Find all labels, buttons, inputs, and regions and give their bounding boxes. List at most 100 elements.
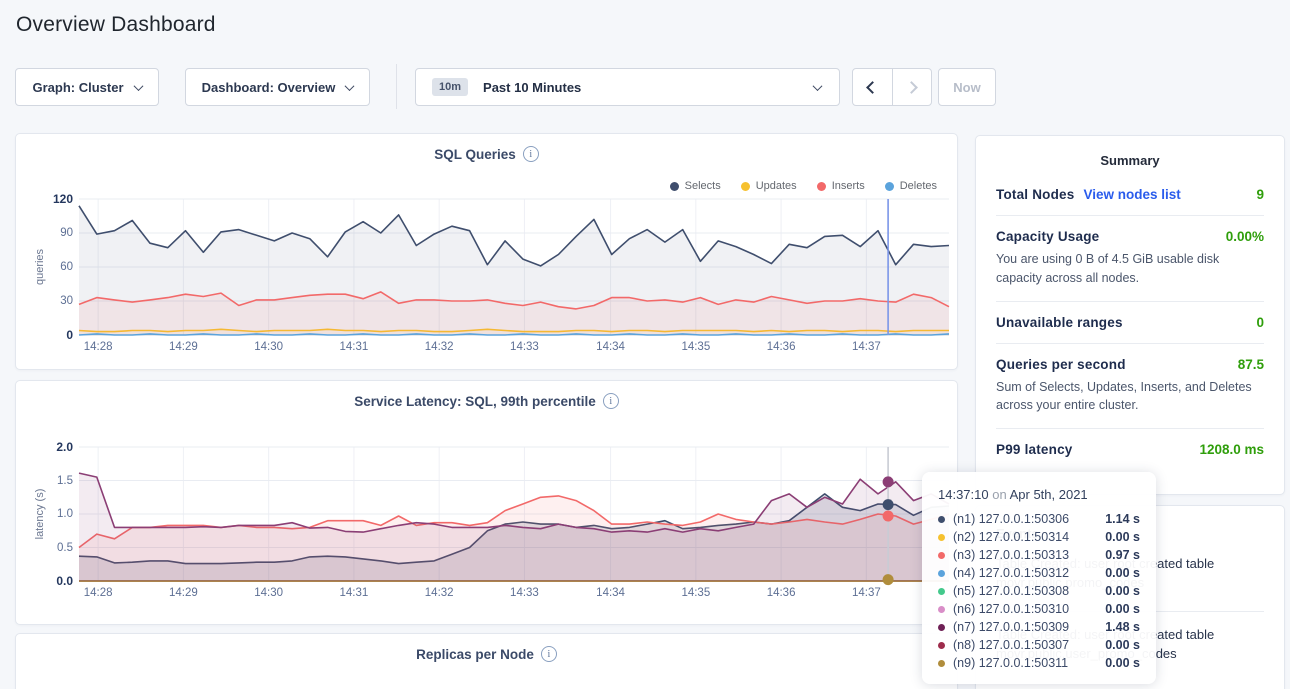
summary-row-value: 0.00% <box>1226 229 1264 244</box>
chevron-down-icon <box>813 81 823 91</box>
node-color-dot-icon <box>938 570 945 577</box>
node-color-dot-icon <box>938 516 945 523</box>
y-axis-tick: 2.0 <box>56 440 73 454</box>
tooltip-node-label: (n1) 127.0.0.1:50306 <box>953 512 1069 526</box>
tooltip-node-label: (n7) 127.0.0.1:50309 <box>953 620 1069 634</box>
page-title: Overview Dashboard <box>16 13 216 37</box>
node-color-dot-icon <box>938 606 945 613</box>
tooltip-node-row: (n5) 127.0.0.1:50308 0.00 s <box>938 582 1140 600</box>
summary-row-unavailable-ranges: Unavailable ranges0 <box>996 302 1264 344</box>
x-axis-tick: 14:30 <box>254 341 283 353</box>
graph-dropdown[interactable]: Graph: Cluster <box>15 68 159 106</box>
overview-dashboard-page: Overview Dashboard Graph: Cluster Dashbo… <box>0 0 1290 689</box>
chart-title: SQL Queries <box>434 147 516 162</box>
summary-row-value: 1208.0 ms <box>1199 442 1264 457</box>
legend-item-updates[interactable]: Updates <box>741 180 797 192</box>
summary-row-label: P99 latency <box>996 442 1073 457</box>
summary-row-label: Unavailable ranges <box>996 315 1123 330</box>
legend-item-deletes[interactable]: Deletes <box>885 180 937 192</box>
now-button-disabled[interactable]: Now <box>938 68 996 106</box>
x-axis-tick: 14:36 <box>767 341 796 353</box>
x-axis-tick: 14:29 <box>169 341 198 353</box>
controls-divider <box>396 64 397 109</box>
tooltip-node-label: (n5) 127.0.0.1:50308 <box>953 584 1069 598</box>
legend-item-inserts[interactable]: Inserts <box>817 180 865 192</box>
chart-title: Service Latency: SQL, 99th percentile <box>354 394 596 409</box>
summary-row-value: 87.5 <box>1238 357 1264 372</box>
summary-row-capacity-usage: Capacity Usage0.00%You are using 0 B of … <box>996 216 1264 302</box>
summary-row-label: Queries per second <box>996 357 1126 372</box>
tooltip-node-label: (n4) 127.0.0.1:50312 <box>953 566 1069 580</box>
legend-label: Selects <box>685 180 721 192</box>
time-range-selector[interactable]: 10m Past 10 Minutes <box>415 68 840 106</box>
tooltip-node-value: 0.00 s <box>1105 530 1140 544</box>
x-axis-tick: 14:35 <box>681 587 710 599</box>
tooltip-node-row: (n9) 127.0.0.1:503110.00 s <box>938 654 1140 672</box>
legend-label: Inserts <box>832 180 865 192</box>
tooltip-node-row: (n4) 127.0.0.1:50312 0.00 s <box>938 564 1140 582</box>
chart-legend: Selects Updates Inserts Deletes <box>670 180 937 192</box>
y-axis-tick: 90 <box>60 227 73 239</box>
service-latency-plot[interactable] <box>79 447 949 581</box>
tooltip-node-value: 0.00 s <box>1105 566 1140 580</box>
summary-row-value: 9 <box>1256 187 1264 202</box>
summary-row-description: Sum of Selects, Updates, Inserts, and De… <box>996 378 1264 416</box>
tooltip-node-row: (n8) 127.0.0.1:503070.00 s <box>938 636 1140 654</box>
x-axis-tick: 14:31 <box>340 341 369 353</box>
tooltip-node-label: (n3) 127.0.0.1:50313 <box>953 548 1069 562</box>
x-axis-tick: 14:32 <box>425 341 454 353</box>
y-axis-tick: 0 <box>66 328 73 342</box>
summary-row-line: Total Nodes View nodes list 9 <box>996 187 1264 202</box>
now-button-label: Now <box>953 80 980 95</box>
info-icon[interactable]: i <box>523 146 539 162</box>
summary-row-queries-per-second: Queries per second 87.5 Sum of Selects, Up… <box>996 344 1264 430</box>
y-axis-ticks: 0.00.51.01.52.0 <box>16 447 73 581</box>
info-icon[interactable]: i <box>603 393 619 409</box>
x-axis-tick: 14:35 <box>681 341 710 353</box>
summary-row-line: Unavailable ranges0 <box>996 315 1264 330</box>
next-time-button-disabled[interactable] <box>892 69 932 105</box>
x-axis-tick: 14:34 <box>596 341 625 353</box>
tooltip-node-value: 0.00 s <box>1105 602 1140 616</box>
tooltip-node-label: (n9) 127.0.0.1:50311 <box>953 656 1068 670</box>
x-axis-ticks: 14:2814:2914:3014:3114:3214:3314:3414:35… <box>79 341 949 357</box>
x-axis-tick: 14:32 <box>425 587 454 599</box>
node-color-dot-icon <box>938 588 945 595</box>
summary-row-line: P99 latency 1208.0 ms <box>996 442 1264 457</box>
replicas-per-node-chart-panel: Replicas per Node i <box>15 633 958 689</box>
time-step-buttons <box>852 68 932 106</box>
summary-title: Summary <box>976 136 1284 174</box>
x-axis-tick: 14:37 <box>852 341 881 353</box>
x-axis-ticks: 14:2814:2914:3014:3114:3214:3314:3414:35… <box>79 587 949 603</box>
sql-queries-chart-panel: SQL Queries i Selects Updates Inserts Delet… <box>15 133 958 370</box>
dashboard-dropdown[interactable]: Dashboard: Overview <box>185 68 370 106</box>
info-icon[interactable]: i <box>541 646 557 662</box>
previous-time-button[interactable] <box>853 69 892 105</box>
node-color-dot-icon <box>938 660 945 667</box>
service-latency-chart-panel: Service Latency: SQL, 99th percentile i … <box>15 380 958 625</box>
legend-dot-icon <box>741 182 750 191</box>
sql-queries-plot[interactable] <box>79 199 949 335</box>
hover-point-dot <box>883 511 894 522</box>
tooltip-node-row: (n1) 127.0.0.1:503061.14 s <box>938 510 1140 528</box>
tooltip-node-value: 0.97 s <box>1105 548 1140 562</box>
tooltip-node-row: (n2) 127.0.0.1:503140.00 s <box>938 528 1140 546</box>
y-axis-tick: 0.0 <box>56 574 73 588</box>
summary-row-line: Capacity Usage 0.00% <box>996 229 1264 244</box>
legend-label: Deletes <box>900 180 937 192</box>
summary-panel: Summary Total Nodes View nodes list 9 Capac… <box>975 135 1285 495</box>
summary-row-label: Capacity Usage <box>996 229 1099 244</box>
summary-row-label: Total Nodes <box>996 187 1074 202</box>
legend-dot-icon <box>670 182 679 191</box>
x-axis-tick: 14:34 <box>596 587 625 599</box>
view-nodes-list-link[interactable]: View nodes list <box>1083 187 1180 202</box>
tooltip-node-row: (n6) 127.0.0.1:503100.00 s <box>938 600 1140 618</box>
chart-hover-tooltip: 14:37:10 on Apr 5th, 2021 (n1) 127.0.0.1… <box>922 472 1156 684</box>
time-range-label: Past 10 Minutes <box>483 80 581 95</box>
x-axis-tick: 14:37 <box>852 587 881 599</box>
tooltip-node-value: 0.00 s <box>1105 584 1140 598</box>
legend-dot-icon <box>817 182 826 191</box>
chevron-down-icon <box>345 81 355 91</box>
legend-item-selects[interactable]: Selects <box>670 180 721 192</box>
chart-title: Replicas per Node <box>416 647 534 662</box>
